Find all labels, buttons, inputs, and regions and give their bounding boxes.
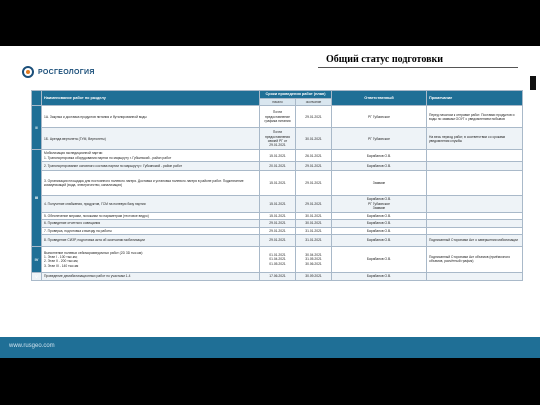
end-cell: 29.01.2021 <box>294 195 333 213</box>
start-cell: 15.01.2021 <box>259 211 296 221</box>
work-cell: 7. Проверка, подготовка к выезду на рабо… <box>41 226 260 235</box>
work-cell: Мобилизация экспедиционной партии 1. Тра… <box>41 149 260 163</box>
work-cell: 5. Обеспечение мерами, похожими по парам… <box>41 211 260 221</box>
start-cell: 15.01.2021 <box>259 149 296 163</box>
responsible-cell: Барабанов О.В. <box>331 271 428 282</box>
deadline-start-header: начало <box>259 98 296 107</box>
start-cell: 01.01.2021 01.04.2021 01.05.2021 <box>259 245 296 273</box>
note-cell: Перед началом к отправке работ. Поставки… <box>426 105 524 129</box>
company-logo: РОСГЕОЛОГИЯ <box>22 66 95 78</box>
note-cell <box>426 170 524 197</box>
group-label: V <box>31 271 42 282</box>
responsible-cell: Барабанов О.В. <box>331 226 428 235</box>
start-cell: 15.01.2021 <box>259 195 296 213</box>
end-cell: 26.01.2021 <box>294 149 333 163</box>
end-cell: 29.01.2021 <box>294 161 333 172</box>
responsible-cell: Барабанов О.В. <box>331 161 428 172</box>
work-cell: 4. Получение снабжения, продуктов, ГСМ н… <box>41 195 260 213</box>
end-cell: 30.01.2021 <box>294 219 333 228</box>
responsible-cell: РГ Губкинское <box>331 127 428 151</box>
end-cell: 29.01.2021 <box>294 105 333 129</box>
deadline-end-header: окончание <box>294 98 333 107</box>
work-header: Наименование работ по разделу <box>41 89 260 107</box>
responsible-header: Ответственный <box>331 89 428 107</box>
work-cell: 6. Проведение отчетного совещания <box>41 219 260 228</box>
side-marker <box>530 76 536 90</box>
work-cell: Проведение демобилизационных работ по уч… <box>41 271 260 282</box>
status-table-container: Наименование работ по разделу Сроки пров… <box>31 89 524 282</box>
group-label: III <box>31 149 42 247</box>
start-cell: Почти предоставления связей РГ от 29.01.… <box>259 127 296 151</box>
start-cell: 17.06.2021 <box>259 271 296 282</box>
work-cell: 1Б. Аренда вертолета (ГУМ, Вертолеты) <box>41 127 260 151</box>
responsible-cell: Барабанов О.В. <box>331 233 428 247</box>
group-header-cell <box>31 89 42 107</box>
note-cell <box>426 161 524 172</box>
note-header: Примечание <box>426 89 524 107</box>
slide-title: Общий статус подготовки <box>326 54 444 65</box>
note-cell <box>426 149 524 163</box>
responsible-cell: Барабанов О.В. <box>331 219 428 228</box>
work-cell: 1А. Закупка и доставка продуктов питания… <box>41 105 260 129</box>
note-cell <box>426 226 524 235</box>
group-label: IV <box>31 245 42 273</box>
responsible-cell: РГ Губкинское <box>331 105 428 129</box>
title-divider <box>318 67 518 68</box>
status-table: Наименование работ по разделу Сроки пров… <box>31 89 524 282</box>
start-cell: 20.01.2021 <box>259 161 296 172</box>
responsible-cell: Барабанов О.В. <box>331 245 428 273</box>
responsible-cell: Барабанов О.В. РГ Губкинское Заявкин <box>331 195 428 213</box>
note-cell: Подписанный Сторонами Акт объемов (приём… <box>426 245 524 273</box>
start-cell: 29.01.2021 <box>259 233 296 247</box>
group-label: II <box>31 105 42 151</box>
start-cell: Почти предоставление графика питания <box>259 105 296 129</box>
work-cell: Выполнение полевых сейсморазведочных раб… <box>41 245 260 273</box>
start-cell: 15.01.2021 <box>259 170 296 197</box>
work-cell: 2. Транспортирование основного состава п… <box>41 161 260 172</box>
footer-website-link[interactable]: www.rusgeo.com <box>9 343 55 349</box>
responsible-cell: Барабанов О.В. <box>331 211 428 221</box>
logo-text: РОСГЕОЛОГИЯ <box>38 68 95 76</box>
note-cell <box>426 219 524 228</box>
start-cell: 29.01.2021 <box>259 219 296 228</box>
start-cell: 29.01.2021 <box>259 226 296 235</box>
end-cell: 31.01.2021 <box>294 226 333 235</box>
note-cell: На весь период работ, в соответствии со … <box>426 127 524 151</box>
end-cell: 30.09.2021 <box>294 271 333 282</box>
work-cell: 8. Проведение СИЗР, подготовка акта об о… <box>41 233 260 247</box>
note-cell <box>426 271 524 282</box>
responsible-cell: Барабанов О.В. <box>331 149 428 163</box>
logo-icon <box>22 66 34 78</box>
end-cell: 30.01.2021 <box>294 211 333 221</box>
end-cell: 30.01.2021 <box>294 127 333 151</box>
footer-bar: www.rusgeo.com <box>0 337 540 358</box>
slide: РОСГЕОЛОГИЯ Общий статус подготовки Наим… <box>0 46 540 358</box>
deadline-header: Сроки проведения работ (план) <box>258 89 333 100</box>
note-cell <box>426 195 524 213</box>
note-cell: Подписанный Сторонами Акт о завершении м… <box>426 233 524 247</box>
note-cell <box>426 211 524 221</box>
end-cell: 30.04.2021 31.05.2021 30.06.2021 <box>294 245 333 273</box>
responsible-cell: Заявкин <box>331 170 428 197</box>
work-cell: 3. Организация площадок для постоянного … <box>41 170 260 197</box>
end-cell: 31.01.2021 <box>294 233 333 247</box>
end-cell: 29.01.2021 <box>294 170 333 197</box>
